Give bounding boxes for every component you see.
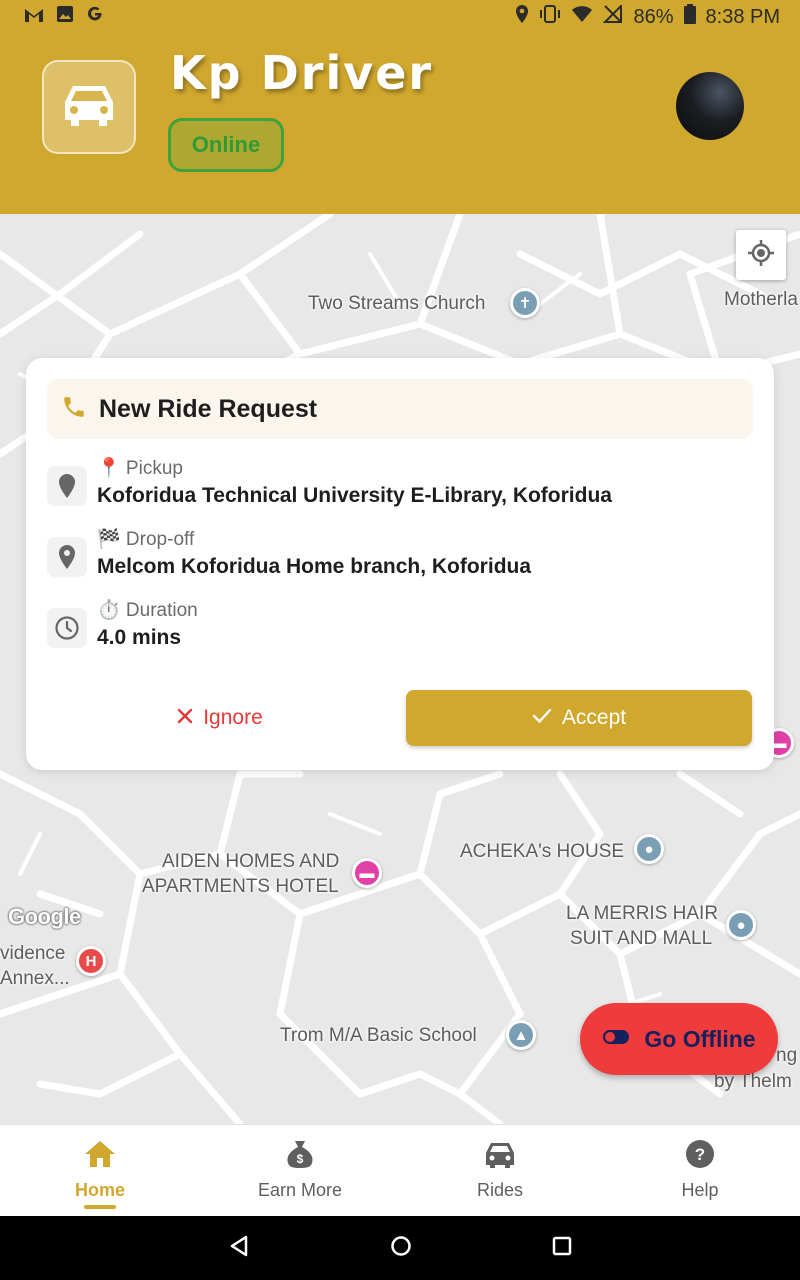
ride-request-header: New Ride Request: [47, 379, 753, 439]
location-pin-icon: [47, 466, 87, 506]
notification-icons: [24, 5, 104, 29]
map-label-aiden-1: AIDEN HOMES AND: [162, 851, 340, 872]
system-status: 86% 8:38 PM: [515, 3, 780, 30]
nav-label-earn-more: Earn More: [257, 1180, 343, 1200]
duration-value: 4.0 mins: [97, 626, 182, 649]
toggle-icon: [602, 1029, 630, 1050]
bottom-navigation: Home $ Earn More Rides ? Help: [0, 1124, 800, 1216]
close-icon: [177, 706, 193, 730]
vibrate-icon: [539, 5, 561, 29]
no-signal-icon: [603, 3, 623, 29]
pickup-label: 📍 Pickup: [97, 458, 183, 479]
church-pin-icon[interactable]: ✝: [510, 288, 540, 318]
pickup-row: 📍 Pickup Koforidua Technical University …: [47, 456, 747, 516]
avatar[interactable]: [676, 72, 744, 140]
go-offline-label: Go Offline: [644, 1025, 756, 1052]
dropoff-row: 🏁 Drop-off Melcom Koforidua Home branch,…: [47, 527, 747, 587]
map-label-lamerris-1: LA MERRIS HAIR: [566, 903, 719, 924]
nav-item-help[interactable]: ? Help: [600, 1125, 800, 1216]
map-label-thelma-1: ng: [776, 1045, 798, 1066]
place-pin-icon[interactable]: ●: [634, 834, 664, 864]
duration-label: ⏱️ Duration: [97, 600, 198, 621]
clock: 8:38 PM: [705, 5, 780, 28]
online-status-badge: Online: [168, 118, 284, 172]
map-label-lamerris-2: SUIT AND MALL: [570, 928, 713, 949]
hotel-pin-icon[interactable]: ▬: [352, 858, 382, 888]
system-navigation-bar: [0, 1216, 800, 1280]
app-header: Kp Driver Online: [0, 34, 800, 214]
google-logo: Google: [8, 904, 81, 929]
duration-row: ⏱️ Duration 4.0 mins: [47, 598, 747, 658]
dropoff-label: 🏁 Drop-off: [97, 529, 195, 550]
map-label-aiden-2: APARTMENTS HOTEL: [142, 876, 339, 897]
phone-icon: [61, 394, 87, 425]
ride-request-title: New Ride Request: [99, 394, 318, 423]
check-icon: [532, 706, 552, 730]
map-label-providence-2: Annex...: [0, 968, 70, 989]
google-g-icon: [86, 5, 104, 29]
map-label-providence-1: vidence: [0, 943, 66, 964]
location-icon: [515, 5, 529, 29]
school-pin-icon[interactable]: ▲: [506, 1020, 536, 1050]
recents-icon[interactable]: [552, 1236, 572, 1261]
dropoff-value: Melcom Koforidua Home branch, Koforidua: [97, 555, 532, 578]
ignore-label: Ignore: [203, 706, 263, 729]
accept-label: Accept: [561, 706, 627, 729]
accept-button[interactable]: Accept: [406, 690, 752, 746]
gallery-icon: [56, 5, 74, 29]
clock-icon: [47, 608, 87, 648]
nav-item-home[interactable]: Home: [0, 1125, 200, 1216]
map-label-acheka: ACHEKA's HOUSE: [460, 841, 625, 862]
svg-text:?: ?: [695, 1145, 705, 1164]
svg-text:$: $: [297, 1152, 304, 1166]
ride-request-card: New Ride Request 📍 Pickup Koforidua Tech…: [26, 358, 774, 770]
nav-label-rides: Rides: [476, 1180, 524, 1200]
wifi-icon: [571, 5, 593, 29]
crosshair-icon: [747, 239, 775, 272]
nav-item-earn-more[interactable]: $ Earn More: [200, 1125, 400, 1216]
status-bar: 86% 8:38 PM: [0, 0, 800, 34]
map-label-trom: Trom M/A Basic School: [280, 1025, 477, 1046]
go-offline-button[interactable]: Go Offline: [580, 1003, 778, 1075]
map-label-church: Two Streams Church: [308, 293, 486, 314]
battery-icon: [683, 4, 696, 30]
car-icon: [484, 1139, 516, 1174]
active-tab-indicator: [84, 1205, 116, 1209]
back-icon[interactable]: [228, 1235, 250, 1262]
battery-percent: 86%: [633, 5, 674, 28]
app-logo: [42, 60, 136, 154]
nav-label-help: Help: [681, 1180, 719, 1200]
hospital-pin-icon[interactable]: H: [76, 946, 106, 976]
ignore-button[interactable]: Ignore: [130, 696, 310, 740]
car-icon: [61, 82, 117, 133]
help-icon: ?: [684, 1139, 716, 1174]
pickup-value: Koforidua Technical University E-Library…: [97, 484, 612, 507]
location-pin-icon: [47, 537, 87, 577]
app-title: Kp Driver: [170, 46, 434, 100]
shop-pin-icon[interactable]: ●: [726, 910, 756, 940]
nav-item-rides[interactable]: Rides: [400, 1125, 600, 1216]
home-icon: [83, 1139, 117, 1174]
gmail-icon: [24, 6, 44, 29]
money-bag-icon: $: [284, 1139, 316, 1174]
map-label-motherland: Motherla: [724, 289, 798, 310]
nav-label-home: Home: [74, 1180, 125, 1200]
home-button-icon[interactable]: [390, 1235, 412, 1262]
my-location-button[interactable]: [736, 230, 786, 280]
